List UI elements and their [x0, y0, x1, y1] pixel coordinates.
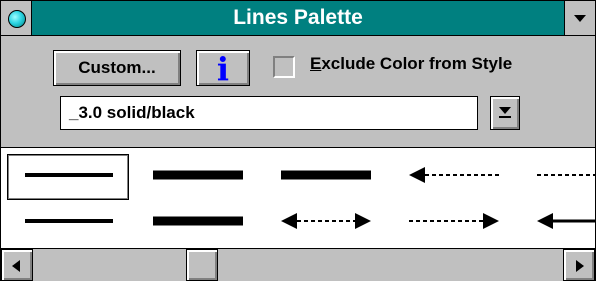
chevron-down-icon — [574, 15, 586, 22]
palette-lines-canvas — [25, 167, 595, 229]
exclude-color-label[interactable]: Exclude Color from Style — [310, 54, 512, 74]
scroll-right-button[interactable] — [563, 249, 595, 281]
line-sample-dashed-arrow-right[interactable] — [409, 213, 499, 229]
info-icon: i — [216, 50, 230, 88]
line-style-dropdown-button[interactable] — [490, 96, 520, 130]
arrow-left-icon — [12, 260, 20, 272]
title-bar[interactable]: Lines Palette — [1, 1, 595, 36]
exclude-color-accel: E — [310, 54, 322, 73]
horizontal-scrollbar[interactable] — [1, 248, 595, 281]
lines-palette-window: Lines Palette Custom... i Exclude Color … — [0, 0, 596, 281]
line-style-value: _3.0 solid/black — [69, 103, 195, 122]
system-menu-button[interactable] — [1, 1, 32, 35]
scroll-thumb[interactable] — [186, 249, 218, 281]
line-style-field[interactable]: _3.0 solid/black — [60, 96, 478, 130]
info-button[interactable]: i — [196, 50, 250, 88]
custom-button[interactable]: Custom... — [53, 50, 181, 86]
exclude-color-checkbox[interactable] — [273, 56, 295, 78]
system-menu-icon — [8, 10, 26, 28]
line-sample-solid-arrow-left[interactable] — [537, 213, 595, 229]
window-title: Lines Palette — [233, 6, 363, 29]
arrow-down-icon — [499, 107, 511, 114]
exclude-color-label-text: xclude Color from Style — [321, 54, 513, 73]
arrow-right-icon — [576, 260, 584, 272]
dropdown-menu-button[interactable] — [564, 1, 595, 35]
lines-palette-grid — [1, 147, 595, 248]
line-sample-dashed-arrow-left[interactable] — [409, 167, 499, 183]
scroll-left-button[interactable] — [1, 249, 33, 281]
line-sample-dashed-double-arrow[interactable] — [281, 213, 371, 229]
arrow-down-bar-icon — [499, 116, 511, 118]
